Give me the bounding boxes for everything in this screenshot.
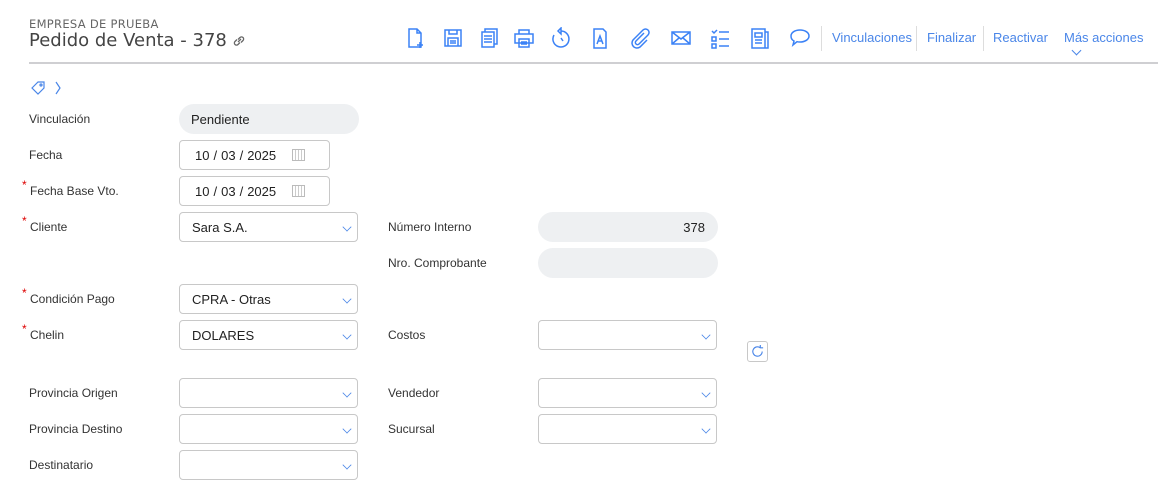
fecha-base-input[interactable]: 10/03/2025	[179, 176, 330, 206]
page-title-text: Pedido de Venta - 378	[29, 30, 227, 51]
provincia-origen-label: Provincia Origen	[29, 386, 118, 400]
nro-comprobante-label: Nro. Comprobante	[388, 256, 487, 270]
chevron-down-icon	[342, 330, 352, 340]
sep: /	[213, 147, 218, 163]
print-icon[interactable]	[512, 26, 536, 50]
costos-label: Costos	[388, 328, 426, 342]
tag-icon[interactable]	[30, 80, 46, 96]
history-icon[interactable]	[549, 26, 573, 50]
vendedor-label: Vendedor	[388, 386, 440, 400]
vinculacion-label: Vinculación	[29, 112, 91, 126]
chevron-down-icon	[1071, 45, 1082, 56]
condicion-pago-select[interactable]: CPRA - Otras	[179, 284, 358, 314]
nro-comprobante-field	[538, 248, 718, 278]
chelin-select[interactable]: DOLARES	[179, 320, 358, 350]
attach-icon[interactable]	[628, 26, 652, 50]
fecha-input[interactable]: 10/03/2025	[179, 140, 330, 170]
chevron-down-icon	[342, 294, 352, 304]
day: 10	[195, 183, 210, 199]
destinatario-select[interactable]	[179, 450, 358, 480]
provincia-destino-label: Provincia Destino	[29, 422, 123, 436]
chevron-down-icon	[701, 424, 711, 434]
month: 03	[221, 147, 236, 163]
finalizar-button[interactable]: Finalizar	[927, 30, 976, 45]
save-icon[interactable]	[441, 26, 465, 50]
link-icon[interactable]	[231, 33, 247, 49]
page-title: Pedido de Venta - 378	[29, 30, 247, 51]
divider	[821, 26, 822, 51]
required-mark: *	[22, 286, 27, 300]
chevron-down-icon	[342, 388, 352, 398]
header-divider	[29, 62, 1158, 64]
copy-icon[interactable]	[477, 26, 501, 50]
condicion-pago-label: Condición Pago	[30, 292, 115, 306]
sucursal-label: Sucursal	[388, 422, 435, 436]
numero-interno-field: 378	[538, 212, 718, 242]
more-actions-button[interactable]: Más acciones	[1064, 30, 1158, 60]
cliente-label: Cliente	[30, 220, 68, 234]
chelin-value: DOLARES	[192, 327, 255, 343]
comment-icon[interactable]	[788, 26, 812, 50]
condicion-pago-value: CPRA - Otras	[192, 291, 271, 307]
vinculacion-field: Pendiente	[179, 104, 359, 134]
calendar-icon[interactable]	[292, 149, 305, 161]
more-actions-label: Más acciones	[1064, 30, 1144, 45]
divider	[916, 26, 917, 51]
month: 03	[221, 183, 236, 199]
fecha-base-label: Fecha Base Vto.	[30, 184, 119, 198]
company-name: EMPRESA DE PRUEBA	[29, 17, 159, 31]
chelin-label: Chelin	[30, 328, 65, 342]
sucursal-select[interactable]	[538, 414, 717, 444]
sep: /	[213, 183, 218, 199]
day: 10	[195, 147, 210, 163]
document-a-icon[interactable]	[588, 26, 612, 50]
email-icon[interactable]	[669, 26, 693, 50]
refresh-button[interactable]	[747, 341, 768, 362]
cliente-value: Sara S.A.	[192, 219, 248, 235]
refresh-icon	[752, 344, 764, 357]
vendedor-select[interactable]	[538, 378, 717, 408]
chevron-down-icon	[342, 222, 352, 232]
chevron-down-icon	[701, 330, 711, 340]
chevron-down-icon	[342, 424, 352, 434]
reactivar-button[interactable]: Reactivar	[993, 30, 1048, 45]
year: 2025	[247, 147, 277, 163]
required-mark: *	[22, 178, 27, 192]
costos-select[interactable]	[538, 320, 717, 350]
calendar-icon[interactable]	[292, 185, 305, 197]
new-document-icon[interactable]	[404, 26, 428, 50]
checklist-icon[interactable]	[708, 26, 732, 50]
cliente-select[interactable]: Sara S.A.	[179, 212, 358, 242]
report-icon[interactable]	[748, 26, 772, 50]
divider	[983, 26, 984, 51]
vinculaciones-button[interactable]: Vinculaciones	[832, 30, 912, 45]
fecha-label: Fecha	[29, 148, 63, 162]
required-mark: *	[22, 322, 27, 336]
sep: /	[239, 147, 244, 163]
required-mark: *	[22, 214, 27, 228]
provincia-origen-select[interactable]	[179, 378, 358, 408]
sep: /	[239, 183, 244, 199]
year: 2025	[247, 183, 277, 199]
destinatario-label: Destinatario	[29, 458, 94, 472]
chevron-down-icon	[342, 460, 352, 470]
provincia-destino-select[interactable]	[179, 414, 358, 444]
chevron-down-icon	[701, 388, 711, 398]
numero-interno-label: Número Interno	[388, 220, 472, 234]
chevron-right-icon[interactable]	[54, 80, 62, 96]
